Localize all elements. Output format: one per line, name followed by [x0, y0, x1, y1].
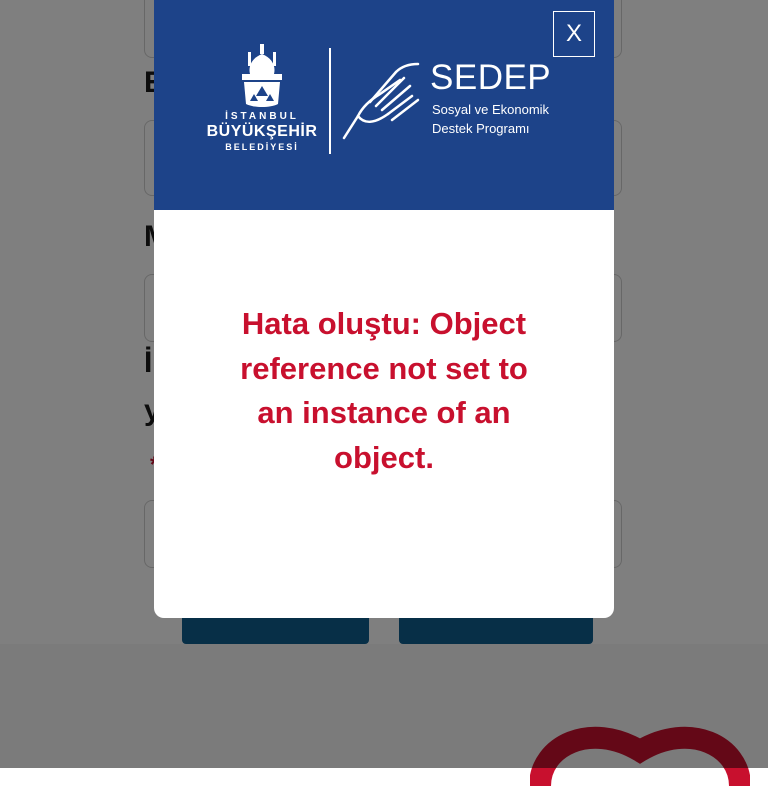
brand-subtitle-line2: Destek Programı	[432, 121, 530, 136]
logo-divider	[329, 48, 331, 154]
error-message: Hata oluştu: Object reference not set to…	[240, 306, 528, 475]
logo-line-istanbul: İSTANBUL	[225, 111, 299, 122]
helping-hands-icon	[342, 62, 420, 140]
brand-title: SEDEP	[430, 58, 552, 97]
close-icon: X	[565, 20, 582, 47]
logo-line-belediyesi: BELEDİYESİ	[225, 142, 299, 152]
ibb-emblem-icon	[242, 44, 282, 107]
ibb-logo: İSTANBUL BÜYÜKŞEHİR BELEDİYESİ	[202, 44, 322, 159]
modal-header: İSTANBUL BÜYÜKŞEHİR BELEDİYESİ SEDEP Sos…	[154, 0, 614, 210]
error-modal: İSTANBUL BÜYÜKŞEHİR BELEDİYESİ SEDEP Sos…	[154, 0, 614, 618]
close-button[interactable]: X	[553, 11, 595, 57]
logo-line-buyuksehir: BÜYÜKŞEHİR	[206, 123, 318, 140]
brand-subtitle-line1: Sosyal ve Ekonomik	[432, 102, 550, 117]
